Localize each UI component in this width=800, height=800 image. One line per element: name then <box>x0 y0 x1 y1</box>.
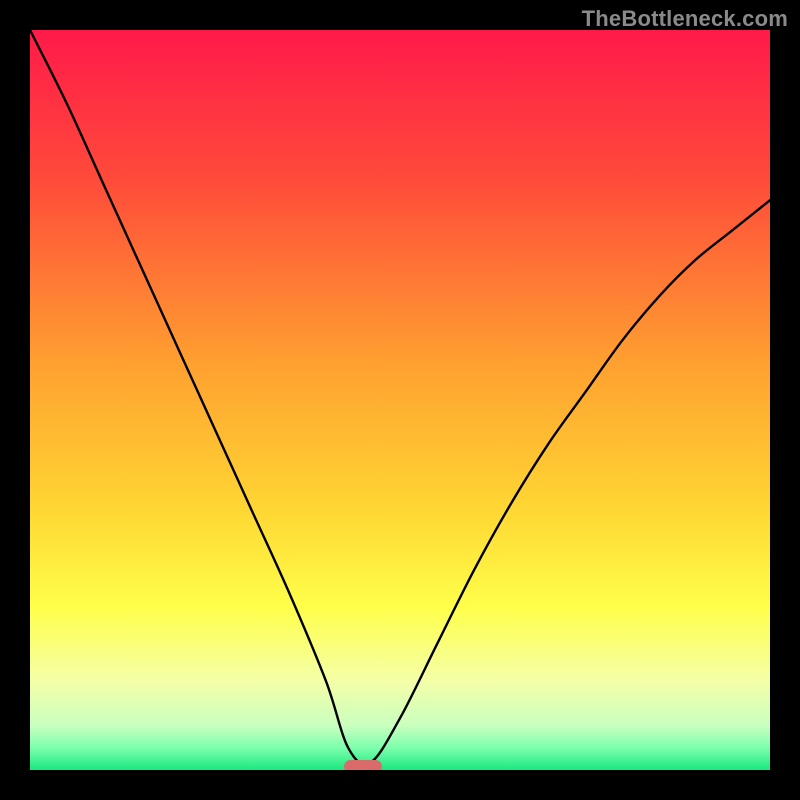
minimum-marker <box>344 760 382 770</box>
watermark-text: TheBottleneck.com <box>582 6 788 32</box>
background-gradient <box>30 30 770 770</box>
plot-area <box>30 30 770 770</box>
chart-frame: TheBottleneck.com <box>0 0 800 800</box>
